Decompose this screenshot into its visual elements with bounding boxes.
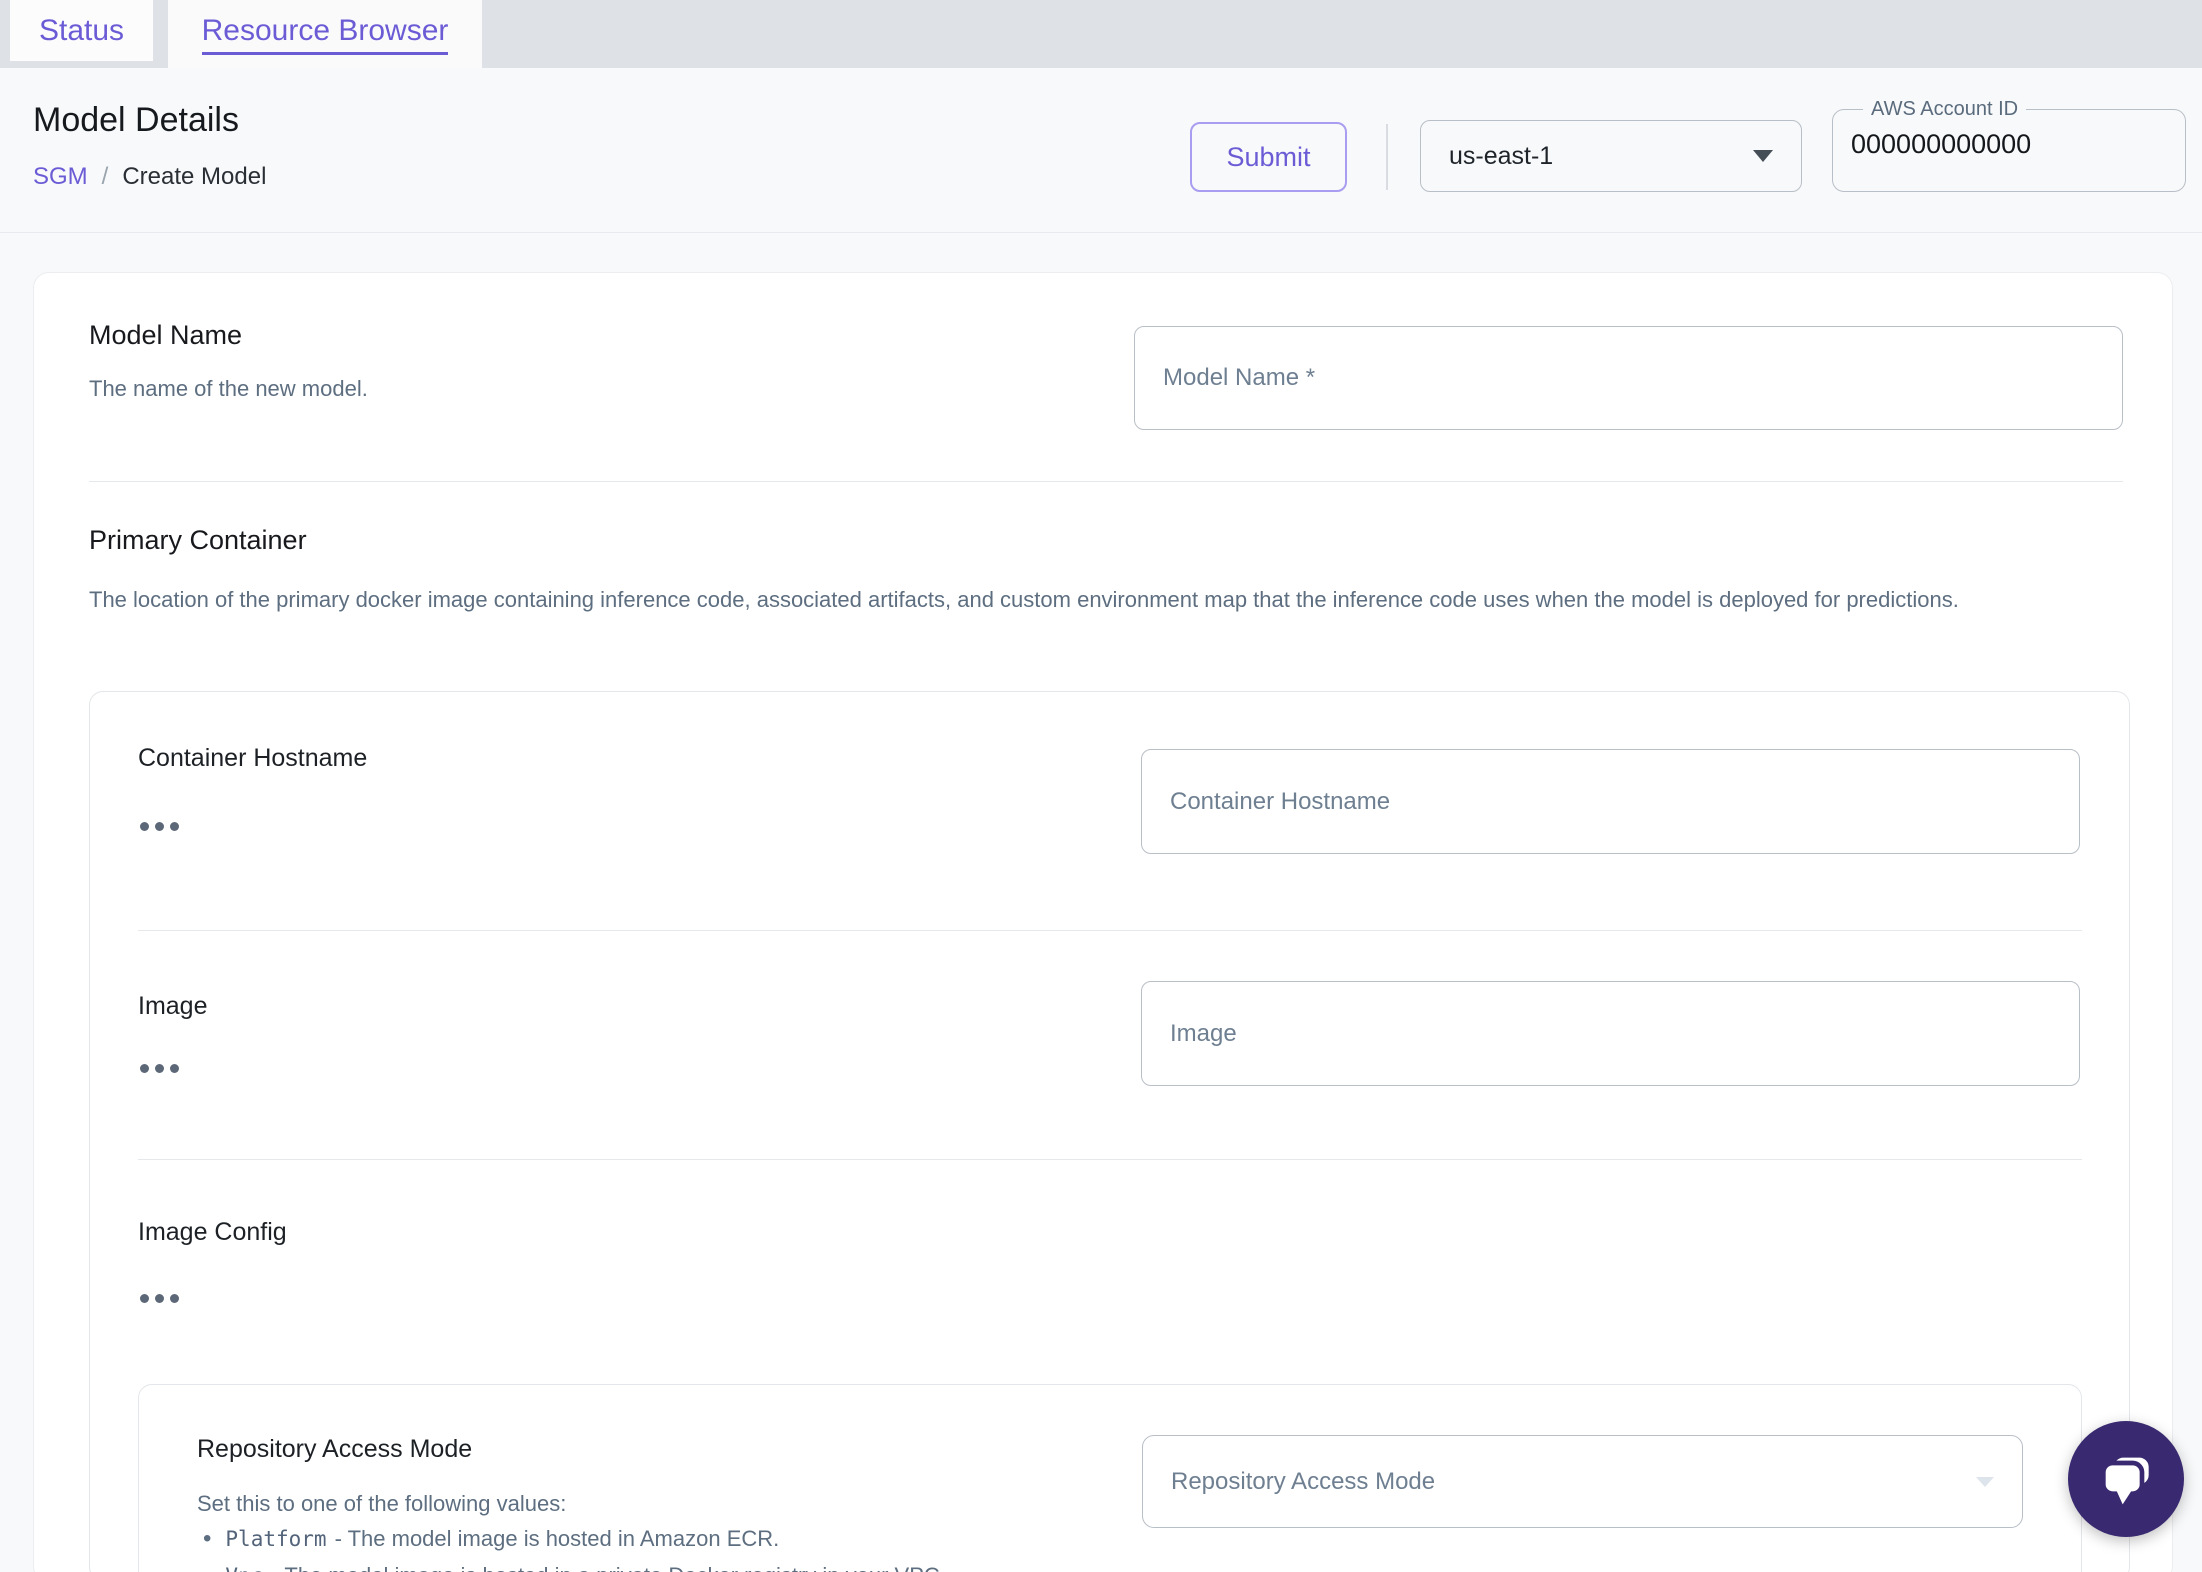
breadcrumb: SGM / Create Model (33, 163, 266, 191)
account-id-label: AWS Account ID (1871, 98, 2019, 120)
section-divider (89, 481, 2123, 482)
container-hostname-label: Container Hostname (138, 744, 368, 772)
model-name-label: Model Name (89, 320, 243, 350)
model-name-input[interactable] (1134, 326, 2123, 430)
image-input[interactable] (1141, 981, 2080, 1086)
image-config-label: Image Config (138, 1218, 287, 1246)
primary-container-description: The location of the primary docker image… (89, 587, 1959, 612)
model-details-card: Model Name The name of the new model. Pr… (33, 272, 2173, 1572)
submit-button[interactable]: Submit (1190, 122, 1347, 192)
bullet-text: - The model image is hosted in a private… (271, 1563, 946, 1572)
breadcrumb-separator: / (101, 163, 109, 190)
image-label: Image (138, 992, 208, 1020)
breadcrumb-root-link[interactable]: SGM (33, 163, 88, 191)
primary-container-card: Container Hostname Image Image Config Re… (89, 691, 2130, 1572)
page-header: Model Details SGM / Create Model Submit … (0, 68, 2202, 233)
tab-resource-browser[interactable]: Resource Browser (168, 0, 482, 68)
bullet-code: Vpc (225, 1564, 263, 1572)
tab-status-label: Status (38, 13, 125, 47)
chevron-down-icon (1976, 1476, 1994, 1487)
image-config-card: Repository Access Mode Set this to one o… (138, 1384, 2082, 1572)
primary-container-heading: Primary Container (89, 525, 307, 555)
repository-access-mode-select[interactable]: Repository Access Mode (1142, 1435, 2023, 1528)
repository-access-mode-bullet-platform: Platform - The model image is hosted in … (197, 1525, 779, 1553)
tab-bar: Status Resource Browser (0, 0, 2202, 68)
region-dropdown[interactable]: us-east-1 (1420, 120, 1802, 192)
chevron-down-icon (1753, 150, 1773, 162)
repository-access-mode-description: Set this to one of the following values: (197, 1491, 567, 1516)
account-id-value[interactable]: 000000000000 (1851, 129, 2185, 160)
container-hostname-more-ellipsis-icon[interactable] (140, 822, 179, 831)
model-name-description: The name of the new model. (89, 376, 368, 401)
tab-resource-browser-label: Resource Browser (201, 14, 449, 55)
tab-status[interactable]: Status (10, 0, 153, 61)
bullet-text: - The model image is hosted in Amazon EC… (334, 1526, 780, 1551)
region-dropdown-value: us-east-1 (1449, 141, 1554, 170)
chat-launcher-button[interactable] (2068, 1421, 2184, 1537)
row-divider (138, 1159, 2082, 1160)
repository-access-mode-placeholder: Repository Access Mode (1171, 1467, 1436, 1495)
page-title: Model Details (33, 101, 239, 139)
row-divider (138, 930, 2082, 931)
chat-bubbles-icon (2101, 1457, 2149, 1505)
repository-access-mode-bullet-vpc: Vpc - The model image is hosted in a pri… (197, 1562, 946, 1572)
repository-access-mode-label: Repository Access Mode (197, 1435, 473, 1463)
breadcrumb-current: Create Model (122, 163, 267, 190)
image-config-more-ellipsis-icon[interactable] (140, 1294, 179, 1303)
container-hostname-input[interactable] (1141, 749, 2080, 854)
account-id-fieldset: AWS Account ID 000000000000 (1832, 98, 2186, 192)
image-more-ellipsis-icon[interactable] (140, 1064, 179, 1073)
bullet-code: Platform (225, 1527, 327, 1551)
header-vertical-divider (1386, 124, 1388, 190)
